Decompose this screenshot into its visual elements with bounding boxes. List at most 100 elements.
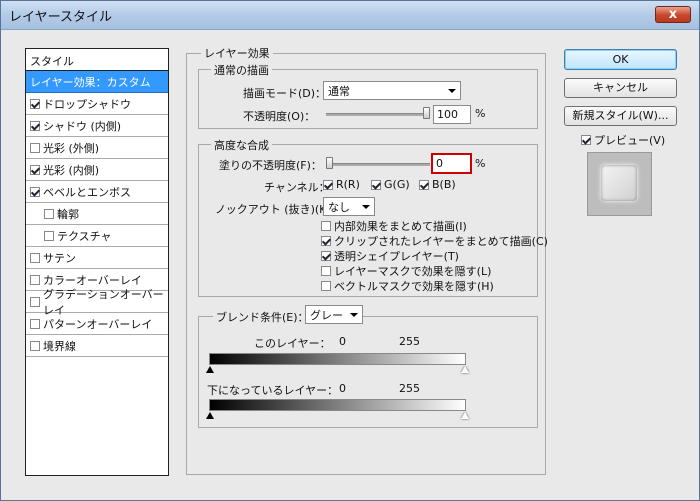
style-item[interactable]: シャドウ (内側)	[26, 115, 168, 137]
fill-opacity-slider-track[interactable]	[326, 163, 430, 166]
style-item-checkbox[interactable]	[30, 296, 40, 307]
blend-if-label: ブレンド条件(E)：	[213, 309, 312, 325]
style-item-checkbox[interactable]	[30, 340, 40, 351]
style-item[interactable]: 輪郭	[26, 203, 168, 225]
channels-label: チャンネル：	[264, 181, 330, 194]
channel-r[interactable]: R(R)	[323, 178, 360, 191]
fill-opacity-input[interactable]: 0	[431, 153, 472, 174]
underlying-layer-gradient[interactable]	[209, 399, 466, 411]
this-layer-black-stop[interactable]	[206, 366, 214, 373]
channel-g-checkbox[interactable]	[371, 179, 381, 190]
underlying-layer-min: 0	[339, 382, 346, 395]
style-item[interactable]: サテン	[26, 247, 168, 269]
title-bar[interactable]: レイヤースタイル x	[1, 1, 699, 30]
style-list-header[interactable]: スタイル	[26, 49, 168, 71]
advanced-option-checkbox[interactable]	[321, 280, 331, 291]
blend-mode-label: 描画モード(D)：	[243, 87, 327, 100]
style-item[interactable]: テクスチャ	[26, 225, 168, 247]
style-item[interactable]: レイヤー効果：カスタム	[26, 71, 168, 93]
style-item-checkbox[interactable]	[44, 230, 54, 241]
opacity-input[interactable]: 100	[433, 105, 471, 124]
style-item-checkbox[interactable]	[30, 274, 40, 285]
style-item[interactable]: 光彩 (内側)	[26, 159, 168, 181]
new-style-button[interactable]: 新規スタイル(W)...	[564, 106, 677, 126]
advanced-option-label: 透明シェイプレイヤー(T)	[334, 249, 459, 263]
fill-opacity-label: 塗りの不透明度(F)：	[219, 159, 322, 172]
layer-effects-title: レイヤー効果	[201, 45, 273, 61]
style-item-checkbox[interactable]	[30, 120, 40, 131]
style-item-checkbox[interactable]	[30, 164, 40, 175]
knockout-select[interactable]: なし	[323, 197, 375, 216]
normal-blend-title: 通常の描画	[211, 62, 272, 78]
style-item-checkbox[interactable]	[30, 252, 40, 263]
style-item-label: パターンオーバーレイ	[43, 317, 153, 331]
opacity-slider-track[interactable]	[326, 113, 430, 116]
close-icon: x	[668, 7, 678, 22]
preview-checkbox[interactable]	[581, 135, 591, 145]
this-layer-gradient[interactable]	[209, 353, 466, 365]
blend-mode-value: 通常	[328, 84, 350, 98]
channel-b-checkbox[interactable]	[419, 179, 429, 190]
opacity-slider-thumb[interactable]	[423, 107, 430, 119]
chevron-down-icon	[362, 204, 370, 209]
window-title: レイヤースタイル	[9, 10, 112, 25]
style-item[interactable]: ベベルとエンボス	[26, 181, 168, 203]
advanced-option-checkbox[interactable]	[321, 220, 331, 231]
fill-opacity-unit: %	[475, 157, 486, 170]
advanced-option-label: クリップされたレイヤーをまとめて描画(C)	[334, 234, 548, 248]
blend-if-select[interactable]: グレー	[305, 305, 363, 324]
style-item-label: テクスチャ	[57, 229, 112, 243]
advanced-option[interactable]: ベクトルマスクで効果を隠す(H)	[321, 278, 548, 293]
style-item-checkbox[interactable]	[44, 208, 54, 219]
underlying-black-stop[interactable]	[206, 412, 214, 419]
blend-if-value: グレー	[310, 308, 343, 322]
blend-mode-select[interactable]: 通常	[323, 81, 461, 100]
underlying-white-stop[interactable]	[461, 412, 469, 419]
underlying-layer-max: 255	[399, 382, 420, 395]
style-list-panel: スタイル レイヤー効果：カスタムドロップシャドウシャドウ (内側) 光彩 (外側)…	[25, 48, 169, 476]
close-button[interactable]: x	[655, 6, 691, 23]
chevron-down-icon	[350, 312, 358, 317]
fill-opacity-slider-thumb[interactable]	[326, 157, 333, 169]
style-item[interactable]: ドロップシャドウ	[26, 93, 168, 115]
preview-label: プレビュー(V)	[594, 134, 666, 147]
style-item-label: 光彩 (外側)	[43, 141, 100, 155]
underlying-layer-label: 下になっているレイヤー：	[207, 384, 339, 397]
style-item[interactable]: グラデーションオーバーレイ	[26, 288, 168, 317]
this-layer-max: 255	[399, 335, 420, 348]
style-item[interactable]: パターンオーバーレイ	[26, 313, 168, 335]
style-item-checkbox[interactable]	[30, 142, 40, 153]
channel-r-checkbox[interactable]	[323, 179, 333, 190]
advanced-option[interactable]: クリップされたレイヤーをまとめて描画(C)	[321, 233, 548, 248]
preview-shape	[601, 165, 637, 201]
style-item-checkbox[interactable]	[30, 98, 40, 109]
cancel-button[interactable]: キャンセル	[564, 78, 677, 98]
advanced-option[interactable]: 内部効果をまとめて描画(I)	[321, 218, 548, 233]
layer-style-dialog: レイヤースタイル x スタイル レイヤー効果：カスタムドロップシャドウシャドウ …	[0, 0, 700, 501]
style-item-label: 光彩 (内側)	[43, 163, 100, 177]
advanced-option-checkbox[interactable]	[321, 235, 331, 246]
advanced-option[interactable]: レイヤーマスクで効果を隠す(L)	[321, 263, 548, 278]
advanced-options-list: 内部効果をまとめて描画(I) クリップされたレイヤーをまとめて描画(C) 透明シェイ…	[321, 218, 548, 293]
channel-g[interactable]: G(G)	[371, 178, 410, 191]
style-item[interactable]: 光彩 (外側)	[26, 137, 168, 159]
this-layer-label: このレイヤー：	[254, 337, 331, 350]
this-layer-white-stop[interactable]	[461, 366, 469, 373]
style-item-label: ベベルとエンボス	[43, 185, 131, 199]
channel-b[interactable]: B(B)	[419, 178, 456, 191]
ok-button[interactable]: OK	[564, 49, 677, 70]
style-item[interactable]: 境界線	[26, 335, 168, 357]
style-item-checkbox[interactable]	[30, 318, 40, 329]
advanced-option[interactable]: 透明シェイプレイヤー(T)	[321, 248, 548, 263]
this-layer-min: 0	[339, 335, 346, 348]
advanced-option-checkbox[interactable]	[321, 265, 331, 276]
preview-toggle[interactable]: プレビュー(V)	[581, 132, 665, 148]
style-item-checkbox[interactable]	[30, 186, 40, 197]
style-item-label: サテン	[43, 251, 76, 265]
advanced-option-label: 内部効果をまとめて描画(I)	[334, 219, 467, 233]
opacity-label: 不透明度(O)：	[243, 110, 316, 123]
style-item-label: レイヤー効果：カスタム	[30, 75, 151, 89]
advanced-option-checkbox[interactable]	[321, 250, 331, 261]
preview-thumbnail	[587, 152, 652, 216]
style-item-label: シャドウ (内側)	[43, 119, 122, 133]
